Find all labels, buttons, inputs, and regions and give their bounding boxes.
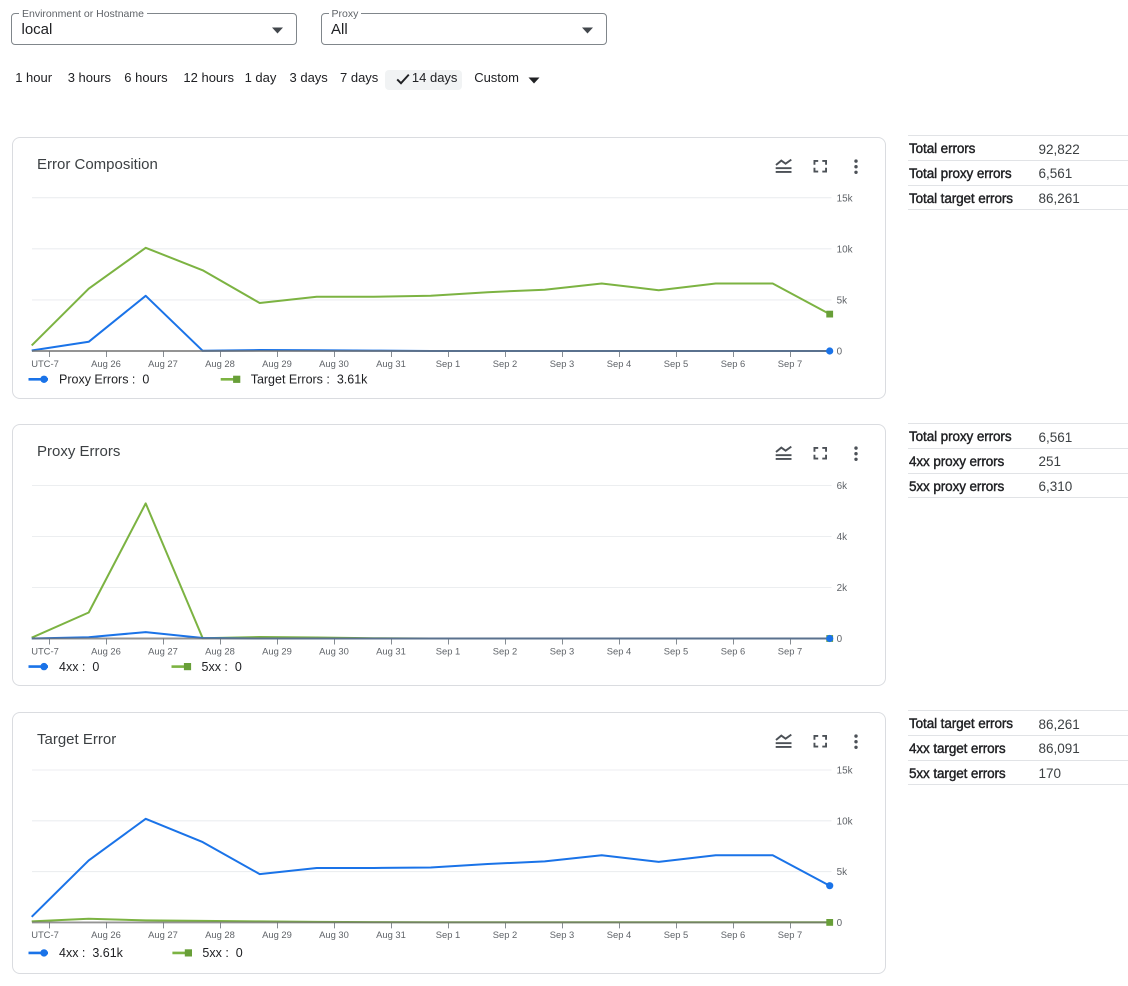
- svg-text:4xx : 3.61k: 4xx : 3.61k: [59, 946, 124, 960]
- svg-text:Aug 30: Aug 30: [319, 358, 349, 369]
- svg-text:Aug 28: Aug 28: [205, 929, 235, 940]
- svg-text:2k: 2k: [837, 583, 847, 594]
- svg-text:Sep 3: Sep 3: [550, 645, 575, 656]
- svg-text:Proxy Errors : 0: Proxy Errors : 0: [59, 373, 149, 387]
- svg-text:Aug 29: Aug 29: [262, 358, 292, 369]
- svg-text:Sep 2: Sep 2: [493, 358, 518, 369]
- svg-text:10k: 10k: [837, 244, 853, 255]
- svg-text:Sep 1: Sep 1: [436, 929, 461, 940]
- svg-text:4xx : 0: 4xx : 0: [59, 660, 99, 674]
- svg-text:Sep 7: Sep 7: [778, 358, 803, 369]
- svg-text:5xx : 0: 5xx : 0: [202, 946, 242, 960]
- svg-text:0: 0: [837, 634, 843, 645]
- svg-text:UTC-7: UTC-7: [31, 645, 59, 656]
- svg-text:Aug 28: Aug 28: [205, 645, 235, 656]
- svg-text:Sep 4: Sep 4: [607, 645, 632, 656]
- svg-text:10k: 10k: [837, 816, 853, 827]
- svg-text:4k: 4k: [837, 532, 847, 543]
- svg-text:Sep 3: Sep 3: [550, 929, 575, 940]
- svg-text:Aug 30: Aug 30: [319, 929, 349, 940]
- svg-text:Sep 5: Sep 5: [664, 929, 689, 940]
- svg-text:0: 0: [837, 918, 843, 929]
- svg-text:Sep 1: Sep 1: [436, 645, 461, 656]
- svg-text:Aug 27: Aug 27: [148, 358, 178, 369]
- svg-text:Aug 28: Aug 28: [205, 358, 235, 369]
- svg-text:Aug 27: Aug 27: [148, 929, 178, 940]
- svg-text:Aug 29: Aug 29: [262, 645, 292, 656]
- svg-text:Aug 26: Aug 26: [91, 929, 121, 940]
- svg-text:UTC-7: UTC-7: [31, 929, 59, 940]
- svg-text:Aug 26: Aug 26: [91, 645, 121, 656]
- svg-text:Sep 2: Sep 2: [493, 645, 518, 656]
- svg-text:UTC-7: UTC-7: [31, 358, 59, 369]
- svg-text:Sep 4: Sep 4: [607, 358, 632, 369]
- svg-text:Sep 4: Sep 4: [607, 929, 632, 940]
- svg-text:Sep 3: Sep 3: [550, 358, 575, 369]
- svg-text:Sep 5: Sep 5: [664, 358, 689, 369]
- svg-text:Sep 6: Sep 6: [721, 358, 746, 369]
- svg-text:Sep 6: Sep 6: [721, 929, 746, 940]
- svg-text:Sep 1: Sep 1: [436, 358, 461, 369]
- svg-text:15k: 15k: [837, 766, 853, 777]
- svg-text:Aug 27: Aug 27: [148, 645, 178, 656]
- svg-text:0: 0: [837, 347, 843, 358]
- svg-text:Aug 26: Aug 26: [91, 358, 121, 369]
- svg-text:15k: 15k: [837, 193, 853, 204]
- svg-text:Sep 7: Sep 7: [778, 645, 803, 656]
- svg-text:Sep 6: Sep 6: [721, 645, 746, 656]
- svg-text:Aug 31: Aug 31: [376, 929, 406, 940]
- svg-text:Sep 7: Sep 7: [778, 929, 803, 940]
- svg-text:5k: 5k: [837, 867, 847, 878]
- svg-text:5k: 5k: [837, 296, 847, 307]
- svg-text:Aug 31: Aug 31: [376, 645, 406, 656]
- svg-text:Sep 2: Sep 2: [493, 929, 518, 940]
- svg-text:Aug 29: Aug 29: [262, 929, 292, 940]
- svg-text:6k: 6k: [837, 481, 847, 492]
- svg-text:Aug 30: Aug 30: [319, 645, 349, 656]
- svg-text:Sep 5: Sep 5: [664, 645, 689, 656]
- svg-text:5xx : 0: 5xx : 0: [202, 660, 242, 674]
- svg-text:Target Errors : 3.61k: Target Errors : 3.61k: [251, 373, 368, 387]
- svg-text:Aug 31: Aug 31: [376, 358, 406, 369]
